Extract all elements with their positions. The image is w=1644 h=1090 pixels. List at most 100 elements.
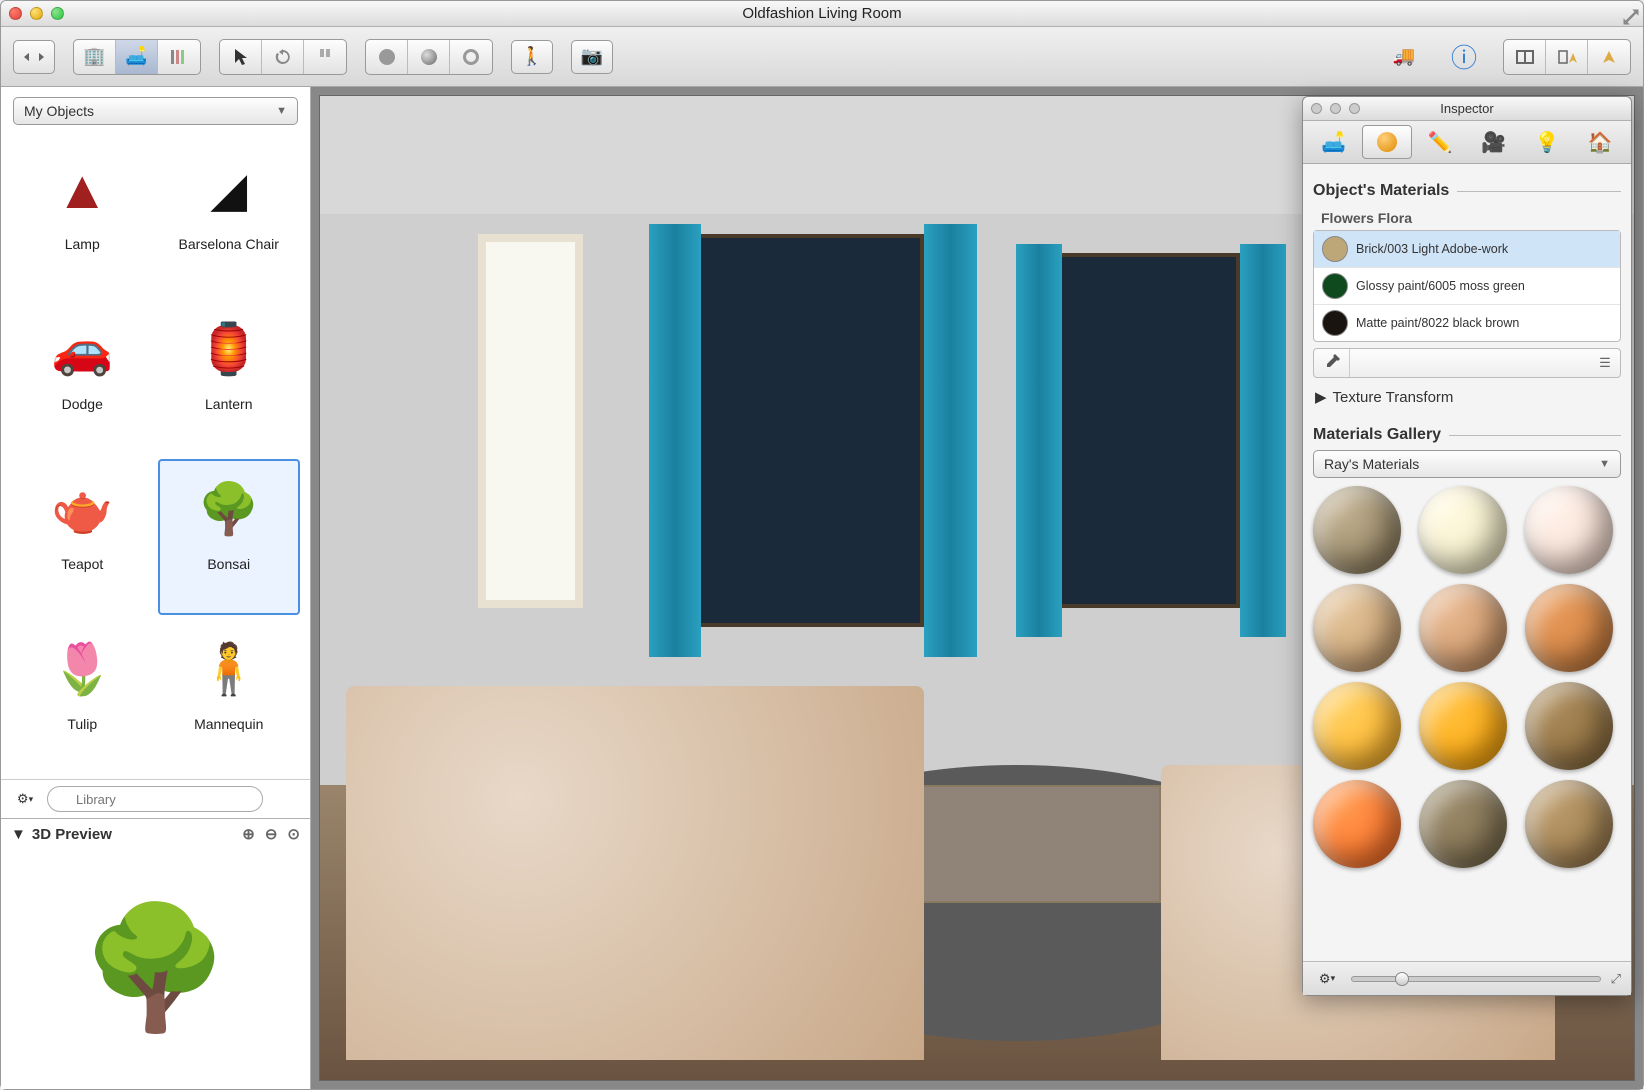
car-icon: 🚗 bbox=[32, 307, 132, 392]
record-red-button[interactable] bbox=[366, 40, 408, 74]
zoom-window-button[interactable] bbox=[51, 7, 64, 20]
inspector-tab-camera[interactable]: 🎥 bbox=[1469, 125, 1518, 159]
material-sphere[interactable] bbox=[1525, 780, 1613, 868]
view-2d3d-button[interactable] bbox=[1546, 40, 1588, 74]
selected-object-name: Flowers Flora bbox=[1313, 206, 1621, 230]
library-category-dropdown[interactable]: My Objects ▼ bbox=[13, 97, 298, 125]
material-row-green[interactable]: Glossy paint/6005 moss green bbox=[1314, 268, 1620, 305]
dropdown-label: My Objects bbox=[24, 103, 94, 119]
preview-title: 3D Preview bbox=[32, 826, 112, 843]
rotate-tool-button[interactable] bbox=[262, 40, 304, 74]
view-3d-button[interactable] bbox=[1588, 40, 1630, 74]
zoom-reset-icon[interactable]: ⊙ bbox=[287, 825, 300, 843]
inspector-panel: Inspector 🛋️ ✏️ 🎥 💡 🏠 Object's Materials… bbox=[1302, 96, 1632, 996]
thumbnail-size-slider[interactable] bbox=[1351, 976, 1601, 982]
swatch-icon bbox=[1322, 310, 1348, 336]
library-gear-button[interactable]: ⚙︎▾ bbox=[11, 787, 39, 811]
fullscreen-icon[interactable] bbox=[1621, 7, 1635, 21]
snapshot-button[interactable]: 📷 bbox=[571, 40, 613, 74]
titlebar: Oldfashion Living Room bbox=[1, 1, 1643, 27]
inspector-tab-light[interactable]: 💡 bbox=[1522, 125, 1571, 159]
picture-frame bbox=[478, 234, 583, 608]
material-sphere[interactable] bbox=[1313, 486, 1401, 574]
swatch-icon bbox=[1322, 273, 1348, 299]
object-item-tulip[interactable]: 🌷 Tulip bbox=[11, 619, 154, 775]
library-mode-group: 🏢 🛋️ bbox=[73, 39, 201, 75]
warehouse-button[interactable]: 🚚 bbox=[1383, 40, 1425, 74]
chevron-down-icon: ▼ bbox=[1599, 458, 1610, 470]
inspector-title: Inspector bbox=[1440, 101, 1493, 116]
material-sphere[interactable] bbox=[1525, 682, 1613, 770]
select-tool-button[interactable] bbox=[220, 40, 262, 74]
lamp-icon: ▲ bbox=[32, 147, 132, 232]
furniture-library-button[interactable]: 🛋️ bbox=[116, 40, 158, 74]
inspector-tab-house[interactable]: 🏠 bbox=[1576, 125, 1625, 159]
zoom-out-icon[interactable]: ⊖ bbox=[265, 825, 278, 843]
disclosure-triangle-icon: ▼ bbox=[11, 826, 26, 843]
preview-bonsai-icon: 🌳 bbox=[81, 899, 230, 1039]
preview-viewport[interactable]: 🌳 bbox=[1, 849, 310, 1089]
info-button[interactable]: ⓘ bbox=[1443, 40, 1485, 74]
person-icon: 🧍 bbox=[179, 627, 279, 712]
window-controls bbox=[9, 7, 64, 20]
expand-icon[interactable]: ⤢ bbox=[1611, 971, 1621, 987]
inspector-tab-materials[interactable] bbox=[1362, 125, 1411, 159]
bonsai-icon: 🌳 bbox=[179, 467, 279, 552]
color-picker-row: ☰ bbox=[1313, 348, 1621, 378]
gallery-section-title: Materials Gallery bbox=[1313, 426, 1621, 444]
library-search-input[interactable] bbox=[47, 786, 263, 812]
material-sphere[interactable] bbox=[1525, 486, 1613, 574]
eyedropper-button[interactable] bbox=[1314, 349, 1350, 377]
lantern-icon: 🏮 bbox=[179, 307, 279, 392]
object-item-mannequin[interactable]: 🧍 Mannequin bbox=[158, 619, 301, 775]
material-sphere[interactable] bbox=[1313, 584, 1401, 672]
material-sphere[interactable] bbox=[1525, 584, 1613, 672]
material-sphere[interactable] bbox=[1419, 682, 1507, 770]
material-sphere[interactable] bbox=[1419, 780, 1507, 868]
record-shadow-button[interactable] bbox=[408, 40, 450, 74]
back-forward-button[interactable] bbox=[13, 40, 55, 74]
record-tools-group bbox=[365, 39, 493, 75]
close-window-button[interactable] bbox=[9, 7, 22, 20]
material-sphere[interactable] bbox=[1313, 780, 1401, 868]
edit-tools-group bbox=[219, 39, 347, 75]
view-mode-group bbox=[1503, 39, 1631, 75]
slider-thumb[interactable] bbox=[1395, 972, 1409, 986]
object-item-teapot[interactable]: 🫖 Teapot bbox=[11, 459, 154, 615]
gallery-gear-button[interactable]: ⚙︎▾ bbox=[1313, 967, 1341, 991]
inspector-tabs: 🛋️ ✏️ 🎥 💡 🏠 bbox=[1303, 121, 1631, 164]
materials-section-title: Object's Materials bbox=[1313, 182, 1621, 200]
building-library-button[interactable]: 🏢 bbox=[74, 40, 116, 74]
texture-transform-disclosure[interactable]: ▶ Texture Transform bbox=[1313, 378, 1621, 416]
preview-section: ▼ 3D Preview ⊕ ⊖ ⊙ 🌳 bbox=[1, 818, 310, 1089]
settings-library-button[interactable] bbox=[158, 40, 200, 74]
teapot-icon: 🫖 bbox=[32, 467, 132, 552]
object-item-lamp[interactable]: ▲ Lamp bbox=[11, 139, 154, 295]
object-item-lantern[interactable]: 🏮 Lantern bbox=[158, 299, 301, 455]
main-toolbar: 🏢 🛋️ 🚶 📷 🚚 ⓘ bbox=[1, 27, 1643, 87]
object-item-bonsai[interactable]: 🌳 Bonsai bbox=[158, 459, 301, 615]
material-row-brick[interactable]: Brick/003 Light Adobe-work bbox=[1314, 231, 1620, 268]
inspector-tab-edit[interactable]: ✏️ bbox=[1416, 125, 1465, 159]
walkthrough-button[interactable]: 🚶 bbox=[511, 40, 553, 74]
material-sphere[interactable] bbox=[1313, 682, 1401, 770]
view-2d-button[interactable] bbox=[1504, 40, 1546, 74]
object-item-dodge[interactable]: 🚗 Dodge bbox=[11, 299, 154, 455]
search-wrap: 🔍 bbox=[47, 786, 300, 812]
chevron-right-icon: ▶ bbox=[1315, 388, 1327, 406]
gallery-category-dropdown[interactable]: Ray's Materials ▼ bbox=[1313, 450, 1621, 478]
minimize-window-button[interactable] bbox=[30, 7, 43, 20]
record-ring-button[interactable] bbox=[450, 40, 492, 74]
chair-icon: ◢ bbox=[179, 147, 279, 232]
zoom-in-icon[interactable]: ⊕ bbox=[242, 825, 255, 843]
material-row-black[interactable]: Matte paint/8022 black brown bbox=[1314, 305, 1620, 341]
material-sphere[interactable] bbox=[1419, 486, 1507, 574]
inspector-titlebar[interactable]: Inspector bbox=[1303, 97, 1631, 121]
picker-menu-button[interactable]: ☰ bbox=[1590, 355, 1620, 371]
material-sphere[interactable] bbox=[1419, 584, 1507, 672]
preview-header[interactable]: ▼ 3D Preview ⊕ ⊖ ⊙ bbox=[1, 819, 310, 849]
inspector-tab-object[interactable]: 🛋️ bbox=[1309, 125, 1358, 159]
measure-tool-button[interactable] bbox=[304, 40, 346, 74]
object-item-chair[interactable]: ◢ Barselona Chair bbox=[158, 139, 301, 295]
objects-grid: ▲ Lamp ◢ Barselona Chair 🚗 Dodge 🏮 Lante… bbox=[1, 135, 310, 779]
